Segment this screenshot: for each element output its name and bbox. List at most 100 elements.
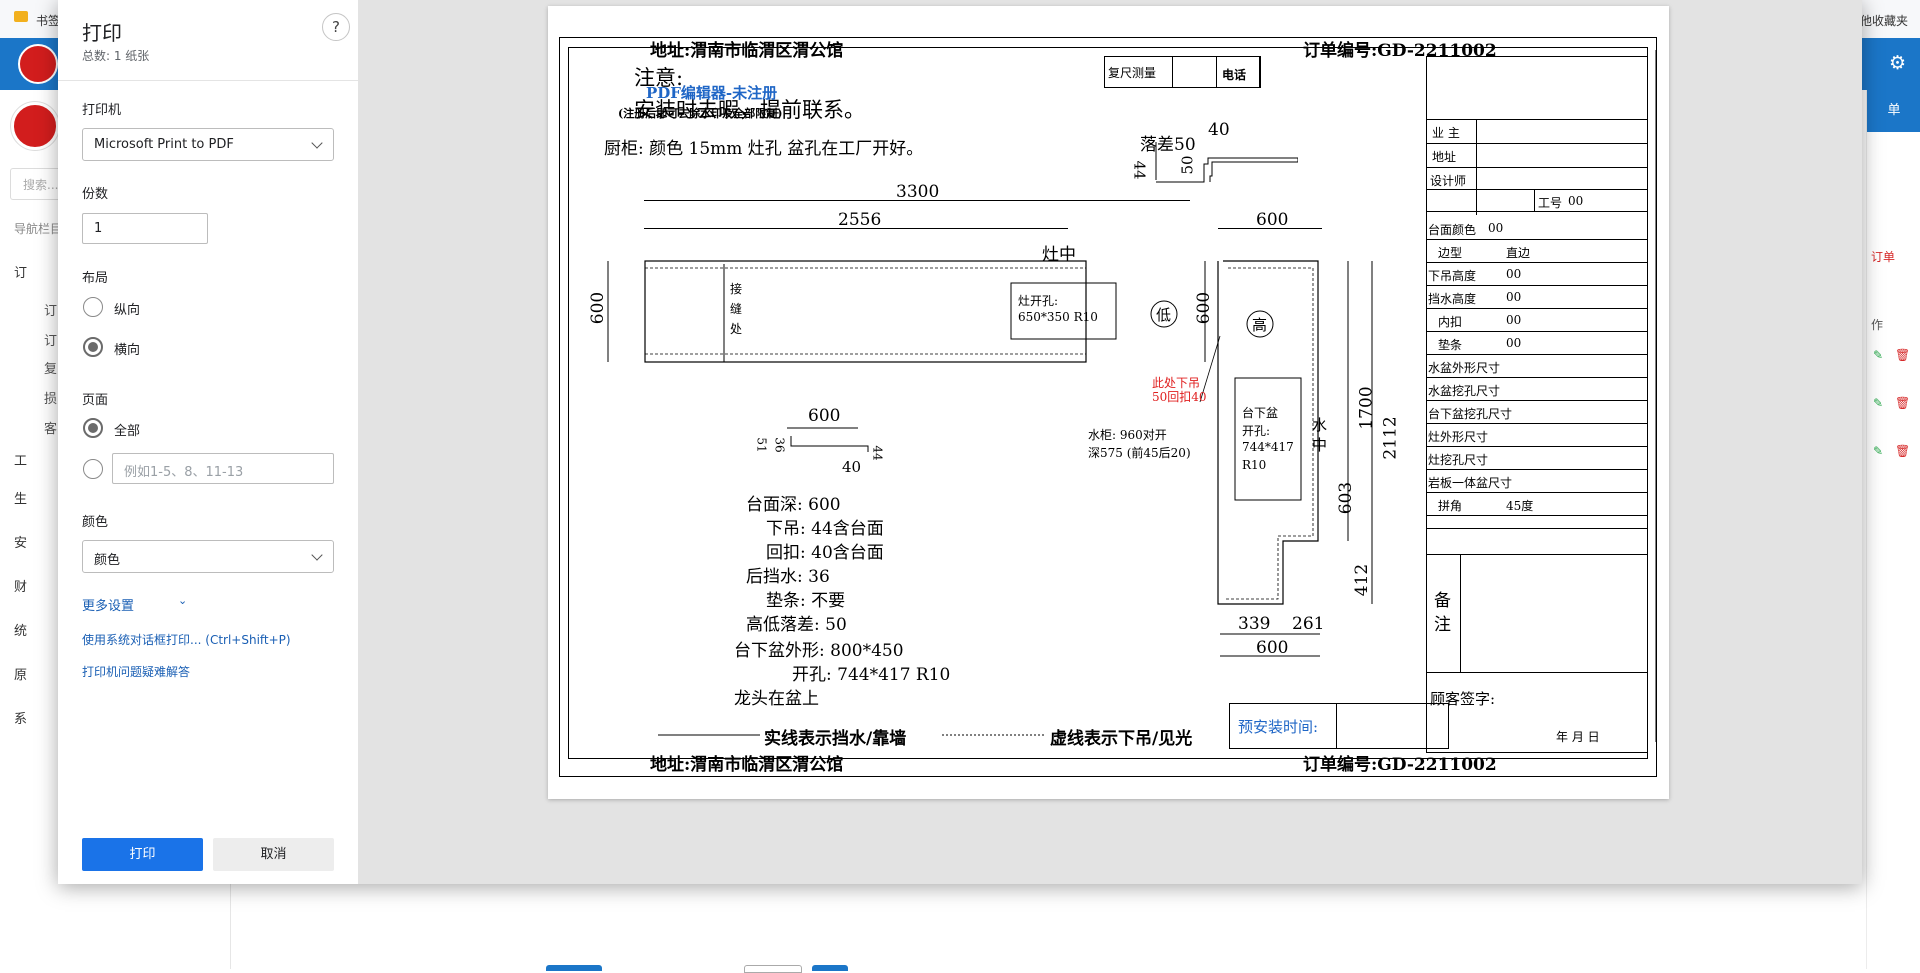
nav-sub-1[interactable]: 订	[44, 300, 57, 319]
delete-icon[interactable]: 🗑	[1895, 348, 1910, 362]
info-row-label: 边型	[1438, 246, 1463, 260]
all-pages-radio[interactable]	[83, 418, 103, 438]
legend-dashed: 虚线表示下吊/见光	[1050, 729, 1193, 749]
color-value: 颜色	[94, 553, 121, 568]
joint-char-1: 接	[730, 282, 743, 296]
edit-icon[interactable]: ✎	[1873, 396, 1883, 410]
copies-input[interactable]: 1	[82, 213, 208, 244]
edit-icon[interactable]: ✎	[1873, 348, 1883, 362]
app-logo	[18, 44, 58, 84]
bottom-button[interactable]	[546, 965, 602, 971]
work-no-value: 00	[1568, 194, 1584, 208]
nav-item-6[interactable]: 统	[14, 620, 27, 639]
cancel-button[interactable]: 取消	[213, 838, 334, 871]
nav-sub-5[interactable]: 客	[44, 418, 57, 437]
system-dialog-link[interactable]: 使用系统对话框打印... (Ctrl+Shift+P)	[82, 631, 291, 648]
portrait-radio[interactable]	[83, 297, 103, 317]
nav-sub-3[interactable]: 复	[44, 358, 57, 377]
info-row-label: 岩板一体盆尺寸	[1428, 476, 1513, 490]
preinstall-label: 预安装时间:	[1238, 718, 1319, 736]
info-row-label: 水盆挖孔尺寸	[1428, 384, 1501, 398]
custom-pages-input[interactable]: 例如1-5、8、11-13	[112, 453, 334, 484]
delete-icon[interactable]: 🗑	[1895, 396, 1910, 410]
preview-page: 地址:渭南市临渭区渭公馆 订单编号:GD-2211002 地址:渭南市临渭区渭公…	[548, 6, 1669, 799]
joint-char-2: 缝	[730, 302, 743, 316]
dim-40-mid: 40	[842, 458, 862, 476]
dim-600-mid: 600	[808, 406, 841, 426]
spec-basin-shape: 台下盆外形: 800*450	[734, 641, 904, 661]
landscape-radio[interactable]	[83, 337, 103, 357]
info-row-value: 45度	[1506, 499, 1534, 513]
sink-center-char-2: 中	[1312, 436, 1328, 454]
other-bookmarks-label[interactable]: 他收藏夹	[1860, 12, 1908, 29]
order-link[interactable]: 订单	[1871, 248, 1895, 265]
divider	[1460, 554, 1461, 672]
info-row-value: 00	[1506, 267, 1522, 281]
bookmark-folder-label[interactable]: 书签	[36, 12, 60, 29]
water-cabinet-line-2: 深575 (前45后20)	[1088, 446, 1191, 460]
chevron-down-icon	[311, 137, 323, 149]
nav-item-5[interactable]: 财	[14, 576, 27, 595]
dialog-title: 打印	[82, 21, 122, 45]
info-row-label: 下吊高度	[1428, 269, 1477, 283]
printer-select[interactable]: Microsoft Print to PDF	[82, 128, 334, 161]
divider	[1426, 211, 1648, 212]
spec-drop: 下吊: 44含台面	[766, 519, 884, 539]
nav-item-8[interactable]: 系	[14, 708, 27, 727]
pages-label: 页面	[82, 393, 109, 408]
info-row-label: 拼角	[1438, 499, 1463, 513]
info-row-label: 挡水高度	[1428, 292, 1477, 306]
help-icon[interactable]: ?	[322, 13, 350, 41]
dim-44-mid: 44	[870, 445, 885, 461]
nav-sub-4[interactable]: 损	[44, 388, 57, 407]
nav-sub-2[interactable]: 订	[44, 330, 57, 349]
edit-icon[interactable]: ✎	[1873, 444, 1883, 458]
portrait-label[interactable]: 纵向	[114, 299, 140, 318]
client-address-label: 地址	[1432, 150, 1457, 164]
cooktop-hole-size: 650*350 R10	[1018, 310, 1098, 324]
nav-item-4[interactable]: 安	[14, 532, 27, 551]
spec-faucet: 龙头在盆上	[734, 689, 819, 709]
chevron-down-icon[interactable]: ⌄	[178, 594, 187, 607]
info-row-label: 内扣	[1438, 315, 1463, 329]
chevron-down-icon	[311, 549, 323, 561]
troubleshoot-link[interactable]: 打印机问题疑难解答	[82, 663, 190, 680]
print-button[interactable]: 打印	[82, 838, 203, 871]
nav-item-2[interactable]: 工	[14, 450, 27, 469]
divider	[1426, 446, 1648, 447]
joint-char-3: 处	[730, 322, 743, 336]
bottom-button[interactable]	[744, 965, 802, 973]
undercounter-hole-label: 开孔:	[1242, 424, 1271, 438]
folder-icon[interactable]	[14, 11, 28, 22]
info-row-label: 水盆外形尺寸	[1428, 361, 1501, 375]
divider	[1534, 189, 1535, 211]
right-tab[interactable]: 单	[1867, 90, 1920, 132]
nav-item-3[interactable]: 生	[14, 488, 27, 507]
spec-backsplash: 后挡水: 36	[746, 567, 830, 587]
dim-603: 603	[1336, 481, 1357, 515]
dim-261: 261	[1292, 614, 1325, 634]
owner-label: 业 主	[1432, 126, 1460, 140]
high-mark: 高	[1252, 316, 1268, 334]
nav-item-7[interactable]: 原	[14, 664, 27, 683]
landscape-label[interactable]: 横向	[114, 339, 140, 358]
color-select[interactable]: 颜色	[82, 540, 334, 573]
copies-label: 份数	[82, 187, 109, 202]
settings-gear-icon[interactable]: ⚙	[1889, 52, 1906, 74]
more-settings-link[interactable]: 更多设置	[82, 595, 134, 614]
divider	[1426, 423, 1648, 424]
delete-icon[interactable]: 🗑	[1895, 444, 1910, 458]
divider	[58, 80, 358, 81]
printer-value: Microsoft Print to PDF	[94, 137, 234, 152]
nav-caption: 导航栏目	[14, 222, 63, 236]
low-mark: 低	[1156, 306, 1172, 324]
red-note-2: 50回扣40	[1152, 390, 1207, 404]
dim-412: 412	[1352, 563, 1373, 597]
custom-pages-radio[interactable]	[83, 459, 103, 479]
bottom-button[interactable]	[812, 965, 848, 971]
all-pages-label[interactable]: 全部	[114, 420, 140, 439]
printer-label: 打印机	[82, 103, 122, 118]
divider	[1426, 354, 1648, 355]
nav-item-1[interactable]: 订	[14, 262, 27, 281]
designer-label: 设计师	[1430, 174, 1467, 188]
